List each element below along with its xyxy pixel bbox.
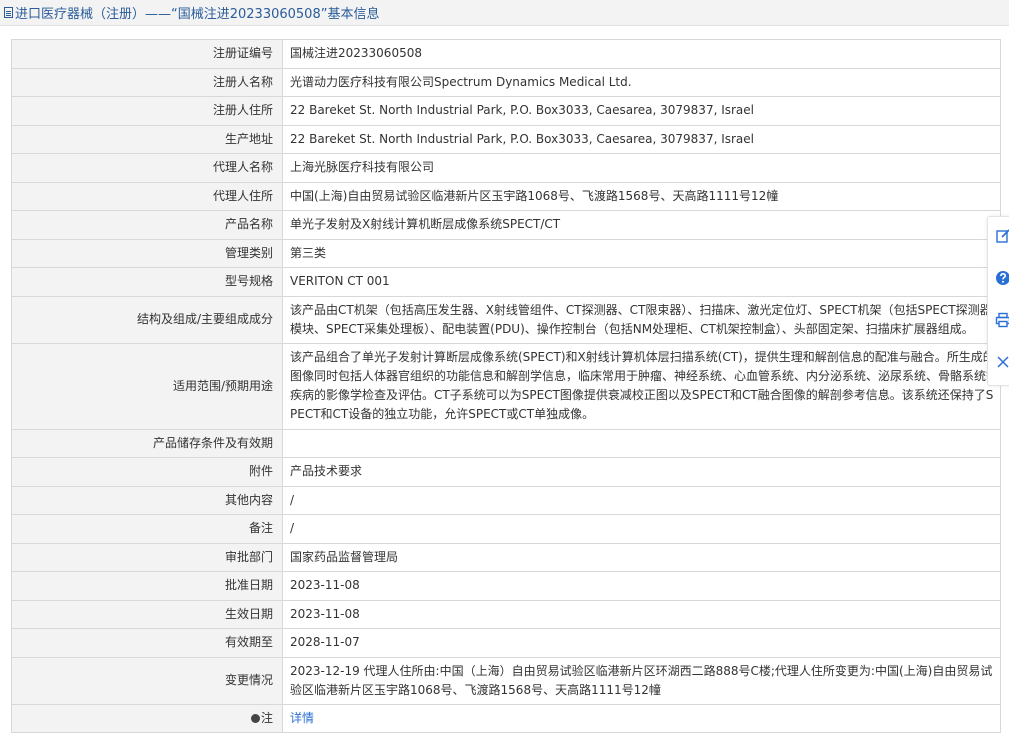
help-icon [996,271,1009,285]
note-value-cell: 详情 [282,703,1001,733]
table-row: 产品名称 单光子发射及X射线计算机断层成像系统SPECT/CT [11,210,1001,240]
table-row: 有效期至 2028-11-07 [11,628,1001,658]
row-value: / [282,514,1001,544]
row-label: 代理人住所 [11,181,283,211]
row-value: 产品技术要求 [282,457,1001,487]
close-button[interactable] [988,347,1009,377]
row-label: 变更情况 [11,656,283,705]
row-label: 生效日期 [11,599,283,629]
table-row: 备注 / [11,514,1001,544]
print-icon [995,312,1009,328]
row-label: 产品储存条件及有效期 [11,428,283,458]
row-label: 产品名称 [11,210,283,240]
row-value: 2023-11-08 [282,571,1001,601]
row-value: 2023-12-19 代理人住所由:中国（上海）自由贸易试验区临港新片区环湖西二… [282,656,1001,705]
table-row: 适用范围/预期用途 该产品组合了单光子发射计算断层成像系统(SPECT)和X射线… [11,342,1001,430]
row-value: 该产品组合了单光子发射计算断层成像系统(SPECT)和X射线计算机体层扫描系统(… [282,342,1001,430]
table-row: 批准日期 2023-11-08 [11,571,1001,601]
table-row: 审批部门 国家药品监督管理局 [11,542,1001,572]
row-value: 中国(上海)自由贸易试验区临港新片区玉宇路1068号、飞渡路1568号、天高路1… [282,181,1001,211]
row-value: VERITON CT 001 [282,267,1001,297]
note-label-cell: 注 [11,703,283,733]
row-label: 备注 [11,514,283,544]
table-row: 代理人名称 上海光脉医疗科技有限公司 [11,153,1001,183]
table-row: 附件 产品技术要求 [11,457,1001,487]
table-row: 注册证编号 国械注进20233060508 [11,39,1001,69]
table-row: 其他内容 / [11,485,1001,515]
row-label: 审批部门 [11,542,283,572]
close-icon [997,356,1009,368]
row-value: 国家药品监督管理局 [282,542,1001,572]
row-value: 22 Bareket St. North Industrial Park, P.… [282,96,1001,126]
table-row: 管理类别 第三类 [11,238,1001,268]
row-label: 生产地址 [11,124,283,154]
pin-icon [250,713,260,723]
row-label: 注册人名称 [11,67,283,97]
table-row: 代理人住所 中国(上海)自由贸易试验区临港新片区玉宇路1068号、飞渡路1568… [11,181,1001,211]
table-row: 注 详情 [11,703,1001,733]
table-row: 注册人名称 光谱动力医疗科技有限公司Spectrum Dynamics Medi… [11,67,1001,97]
details-link[interactable]: 详情 [290,711,314,725]
row-value: 2028-11-07 [282,628,1001,658]
row-label: 有效期至 [11,628,283,658]
table-row: 型号规格 VERITON CT 001 [11,267,1001,297]
row-value: 第三类 [282,238,1001,268]
table-row: 注册人住所 22 Bareket St. North Industrial Pa… [11,96,1001,126]
row-value: / [282,485,1001,515]
row-label: 附件 [11,457,283,487]
row-label: 其他内容 [11,485,283,515]
row-label: 代理人名称 [11,153,283,183]
print-button[interactable] [988,305,1009,335]
row-label: 结构及组成/主要组成成分 [11,295,283,344]
row-value: 该产品由CT机架（包括高压发生器、X射线管组件、CT探测器、CT限束器）、扫描床… [282,295,1001,344]
edit-icon [996,229,1009,243]
row-label: 管理类别 [11,238,283,268]
note-label: 注 [260,710,273,725]
row-value: 2023-11-08 [282,599,1001,629]
row-label: 注册人住所 [11,96,283,126]
table-row: 产品储存条件及有效期 [11,428,1001,458]
table-row: 结构及组成/主要组成成分 该产品由CT机架（包括高压发生器、X射线管组件、CT探… [11,295,1001,344]
row-value [282,428,1001,458]
table-row: 变更情况 2023-12-19 代理人住所由:中国（上海）自由贸易试验区临港新片… [11,656,1001,705]
table-row: 生效日期 2023-11-08 [11,599,1001,629]
row-value: 22 Bareket St. North Industrial Park, P.… [282,124,1001,154]
row-label: 注册证编号 [11,39,283,69]
page-header: 进口医疗器械（注册）——“国械注进20233060508”基本信息 [0,0,1009,26]
document-icon [4,7,13,18]
row-value: 国械注进20233060508 [282,39,1001,69]
info-table: 注册证编号 国械注进20233060508 注册人名称 光谱动力医疗科技有限公司… [11,39,1001,733]
row-value: 上海光脉医疗科技有限公司 [282,153,1001,183]
row-label: 适用范围/预期用途 [11,342,283,430]
help-button[interactable] [988,263,1009,293]
page-title: 进口医疗器械（注册）——“国械注进20233060508”基本信息 [15,7,380,22]
side-toolbar [987,216,1009,386]
row-value: 单光子发射及X射线计算机断层成像系统SPECT/CT [282,210,1001,240]
row-label: 批准日期 [11,571,283,601]
edit-button[interactable] [988,221,1009,251]
row-value: 光谱动力医疗科技有限公司Spectrum Dynamics Medical Lt… [282,67,1001,97]
row-label: 型号规格 [11,267,283,297]
table-row: 生产地址 22 Bareket St. North Industrial Par… [11,124,1001,154]
